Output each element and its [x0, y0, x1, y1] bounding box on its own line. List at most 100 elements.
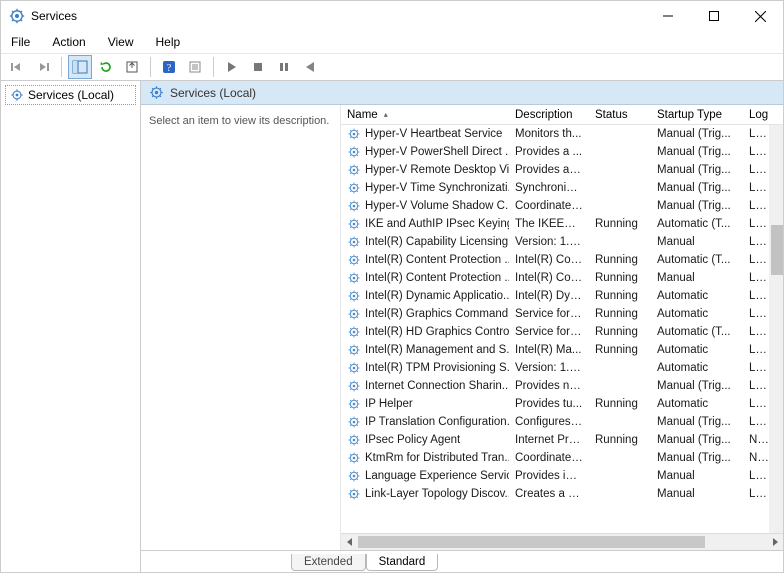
- service-name: Intel(R) HD Graphics Contro...: [365, 326, 509, 338]
- description-prompt: Select an item to view its description.: [149, 115, 329, 127]
- service-icon: [347, 361, 361, 375]
- minimize-button[interactable]: [645, 1, 691, 31]
- menu-view[interactable]: View: [106, 33, 136, 51]
- list-header[interactable]: Name▴ Description Status Startup Type Lo…: [341, 105, 783, 125]
- view-tabs: Extended Standard: [141, 550, 783, 572]
- service-description: Intel(R) Ma...: [509, 344, 589, 356]
- service-startup: Automatic (T...: [651, 326, 743, 338]
- service-description: Configures ...: [509, 416, 589, 428]
- service-name: Language Experience Service: [365, 470, 509, 482]
- table-row[interactable]: Hyper-V Heartbeat Service Monitors th...…: [341, 125, 783, 143]
- restart-service-button[interactable]: [298, 55, 322, 79]
- service-description: Coordinates...: [509, 200, 589, 212]
- export-list-button[interactable]: [120, 55, 144, 79]
- scroll-right-icon[interactable]: [766, 534, 783, 550]
- service-status: Running: [589, 254, 651, 266]
- service-icon: [347, 469, 361, 483]
- service-icon: [347, 343, 361, 357]
- pane-title: Services (Local): [170, 86, 256, 100]
- scrollbar-thumb[interactable]: [771, 225, 783, 275]
- table-row[interactable]: Intel(R) Content Protection ... Intel(R)…: [341, 269, 783, 287]
- table-row[interactable]: Link-Layer Topology Discov... Creates a …: [341, 485, 783, 503]
- nav-forward-button[interactable]: [31, 55, 55, 79]
- table-row[interactable]: IPsec Policy Agent Internet Pro... Runni…: [341, 431, 783, 449]
- service-description: Service for I...: [509, 326, 589, 338]
- service-startup: Manual (Trig...: [651, 128, 743, 140]
- col-logon[interactable]: Log▴: [743, 109, 775, 121]
- table-row[interactable]: Intel(R) Management and S... Intel(R) Ma…: [341, 341, 783, 359]
- menu-help[interactable]: Help: [154, 33, 183, 51]
- show-hide-tree-button[interactable]: [68, 55, 92, 79]
- table-row[interactable]: Intel(R) HD Graphics Contro... Service f…: [341, 323, 783, 341]
- table-row[interactable]: IP Helper Provides tu... Running Automat…: [341, 395, 783, 413]
- service-description: Service for I...: [509, 308, 589, 320]
- list-body[interactable]: Hyper-V Heartbeat Service Monitors th...…: [341, 125, 783, 533]
- table-row[interactable]: Intel(R) TPM Provisioning S... Version: …: [341, 359, 783, 377]
- service-icon: [347, 253, 361, 267]
- service-status: Running: [589, 398, 651, 410]
- svg-text:?: ?: [167, 63, 172, 74]
- pause-service-button[interactable]: [272, 55, 296, 79]
- table-row[interactable]: Intel(R) Dynamic Applicatio... Intel(R) …: [341, 287, 783, 305]
- properties-button[interactable]: [183, 55, 207, 79]
- start-service-button[interactable]: [220, 55, 244, 79]
- console-tree[interactable]: Services (Local): [1, 81, 141, 572]
- service-description: Version: 1.6...: [509, 236, 589, 248]
- table-row[interactable]: Hyper-V Remote Desktop Vi... Provides a …: [341, 161, 783, 179]
- table-row[interactable]: Internet Connection Sharin... Provides n…: [341, 377, 783, 395]
- service-startup: Automatic: [651, 290, 743, 302]
- table-row[interactable]: IKE and AuthIP IPsec Keying... The IKEEX…: [341, 215, 783, 233]
- service-name: IPsec Policy Agent: [365, 434, 460, 446]
- close-button[interactable]: [737, 1, 783, 31]
- service-description: Provides a ...: [509, 146, 589, 158]
- col-description[interactable]: Description: [509, 109, 589, 121]
- horizontal-scrollbar[interactable]: [341, 533, 783, 550]
- nav-back-button[interactable]: [5, 55, 29, 79]
- table-row[interactable]: Hyper-V Volume Shadow C... Coordinates..…: [341, 197, 783, 215]
- service-icon: [347, 271, 361, 285]
- service-status: Running: [589, 326, 651, 338]
- table-row[interactable]: Language Experience Service Provides inf…: [341, 467, 783, 485]
- col-status[interactable]: Status: [589, 109, 651, 121]
- maximize-button[interactable]: [691, 1, 737, 31]
- scrollbar-thumb[interactable]: [358, 536, 705, 548]
- pane-header: Services (Local): [141, 81, 783, 105]
- table-row[interactable]: KtmRm for Distributed Tran... Coordinate…: [341, 449, 783, 467]
- service-name: Hyper-V PowerShell Direct ...: [365, 146, 509, 158]
- col-startup[interactable]: Startup Type: [651, 109, 743, 121]
- service-description: Coordinates...: [509, 452, 589, 464]
- tree-root-services-local[interactable]: Services (Local): [5, 85, 136, 105]
- service-name: IP Helper: [365, 398, 413, 410]
- table-row[interactable]: Intel(R) Content Protection ... Intel(R)…: [341, 251, 783, 269]
- service-startup: Manual (Trig...: [651, 380, 743, 392]
- table-row[interactable]: Intel(R) Graphics Command... Service for…: [341, 305, 783, 323]
- refresh-button[interactable]: [94, 55, 118, 79]
- table-row[interactable]: Hyper-V PowerShell Direct ... Provides a…: [341, 143, 783, 161]
- service-description: Version: 1.6...: [509, 362, 589, 374]
- menu-action[interactable]: Action: [50, 33, 87, 51]
- service-startup: Automatic: [651, 308, 743, 320]
- service-status: Running: [589, 308, 651, 320]
- services-list[interactable]: Name▴ Description Status Startup Type Lo…: [341, 105, 783, 550]
- service-icon: [347, 289, 361, 303]
- stop-service-button[interactable]: [246, 55, 270, 79]
- service-startup: Automatic: [651, 362, 743, 374]
- menu-file[interactable]: File: [9, 33, 32, 51]
- tab-extended[interactable]: Extended: [291, 554, 366, 571]
- service-startup: Automatic (T...: [651, 254, 743, 266]
- service-description: Provides tu...: [509, 398, 589, 410]
- toolbar: ?: [1, 53, 783, 81]
- service-name: Link-Layer Topology Discov...: [365, 488, 509, 500]
- service-description: Provides inf...: [509, 470, 589, 482]
- table-row[interactable]: Intel(R) Capability Licensing... Version…: [341, 233, 783, 251]
- scroll-left-icon[interactable]: [341, 534, 358, 550]
- table-row[interactable]: IP Translation Configuration... Configur…: [341, 413, 783, 431]
- vertical-scrollbar[interactable]: [769, 125, 783, 533]
- help-button[interactable]: ?: [157, 55, 181, 79]
- table-row[interactable]: Hyper-V Time Synchronizati... Synchroniz…: [341, 179, 783, 197]
- service-startup: Manual: [651, 470, 743, 482]
- tab-standard[interactable]: Standard: [366, 554, 439, 571]
- service-name: Intel(R) Dynamic Applicatio...: [365, 290, 509, 302]
- col-name[interactable]: Name▴: [341, 109, 509, 121]
- body-area: Services (Local) Services (Local) Select…: [1, 81, 783, 572]
